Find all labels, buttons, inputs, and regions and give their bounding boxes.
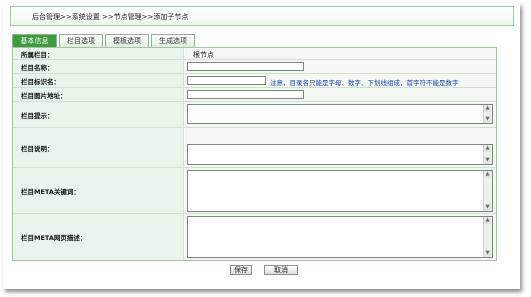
form-panel: 所属栏目： 根节点 栏目名称： 栏目标识名： 注意，目录名只能是字母、数字、下划… [12, 47, 497, 261]
desc-label: 栏目说明： [13, 128, 184, 167]
row-keywords: 栏目META关键词： ▲ ▼ [13, 168, 496, 214]
keywords-textarea[interactable]: ▲ ▼ [187, 170, 493, 212]
tip-cell: ▲ ▼ [185, 102, 496, 127]
row-meta-desc: 栏目META网页描述： ▲ ▼ [13, 214, 496, 260]
scroll-down-icon[interactable]: ▼ [484, 204, 491, 211]
meta-desc-cell: ▲ ▼ [185, 214, 496, 260]
parent-cell: 根节点 [185, 48, 496, 59]
dir-cell: 注意，目录名只能是字母、数字、下划线组成，首字符不能是数字 [185, 74, 496, 87]
row-desc: 栏目说明： ▲ ▼ [13, 128, 496, 168]
dir-field[interactable] [187, 76, 266, 85]
meta-desc-label: 栏目META网页描述： [13, 214, 184, 260]
dir-label: 栏目标识名： [13, 74, 184, 87]
tab-template-options[interactable]: 模板选项 [105, 34, 149, 47]
parent-value: 根节点 [193, 51, 214, 59]
name-label: 栏目名称： [13, 60, 184, 73]
scroll-down-icon[interactable]: ▼ [484, 250, 491, 257]
tab-column-options[interactable]: 栏目选项 [59, 34, 103, 47]
tab-generate-options[interactable]: 生成选项 [151, 34, 195, 47]
row-image: 栏目图片地址： [13, 88, 496, 102]
breadcrumb: 后台管理>>系统设置 >>节点管理>>添加子节点 [10, 6, 514, 26]
image-url-field[interactable] [187, 90, 304, 99]
dir-hint: 注意，目录名只能是字母、数字、下划线组成，首字符不能是数字 [270, 79, 459, 87]
row-name: 栏目名称： [13, 60, 496, 74]
keywords-label: 栏目META关键词： [13, 168, 184, 213]
row-dir: 栏目标识名： 注意，目录名只能是字母、数字、下划线组成，首字符不能是数字 [13, 74, 496, 88]
cancel-button[interactable]: 取消 [264, 265, 298, 275]
name-cell [185, 60, 496, 73]
tip-textarea[interactable]: ▲ ▼ [187, 104, 493, 124]
name-field[interactable] [187, 62, 304, 71]
tab-basic-info[interactable]: 基本信息 [12, 34, 57, 47]
scroll-up-icon[interactable]: ▲ [484, 105, 491, 112]
desc-cell: ▲ ▼ [185, 128, 496, 167]
desc-scrollbar[interactable]: ▲ ▼ [483, 145, 492, 164]
keywords-scrollbar[interactable]: ▲ ▼ [483, 171, 492, 211]
scroll-up-icon[interactable]: ▲ [484, 217, 491, 224]
scroll-down-icon[interactable]: ▼ [484, 116, 491, 123]
row-tip: 栏目提示： ▲ ▼ [13, 102, 496, 128]
scroll-up-icon[interactable]: ▲ [484, 171, 491, 178]
scroll-up-icon[interactable]: ▲ [484, 145, 491, 152]
breadcrumb-text: 后台管理>>系统设置 >>节点管理>>添加子节点 [32, 13, 189, 21]
row-parent: 所属栏目： 根节点 [13, 48, 496, 60]
keywords-cell: ▲ ▼ [185, 168, 496, 213]
tip-label: 栏目提示： [13, 102, 184, 127]
save-button[interactable]: 保存 [230, 265, 252, 275]
scroll-down-icon[interactable]: ▼ [484, 157, 491, 164]
parent-label: 所属栏目： [13, 48, 184, 59]
meta-desc-scrollbar[interactable]: ▲ ▼ [483, 217, 492, 257]
desc-textarea[interactable]: ▲ ▼ [187, 144, 493, 165]
tip-scrollbar[interactable]: ▲ ▼ [483, 105, 492, 123]
image-cell [185, 88, 496, 101]
meta-desc-textarea[interactable]: ▲ ▼ [187, 216, 493, 258]
image-label: 栏目图片地址： [13, 88, 184, 101]
